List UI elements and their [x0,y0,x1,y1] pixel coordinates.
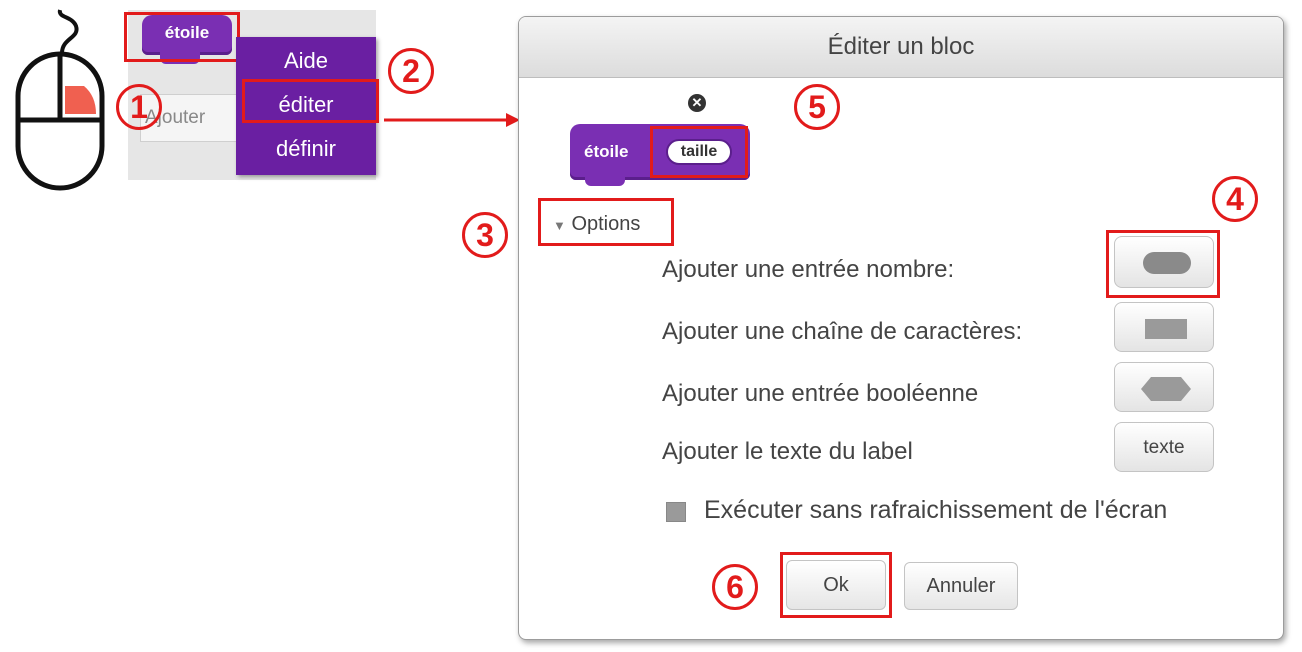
definition-block-notch [585,176,625,186]
rect-input-icon [1145,319,1187,339]
step-badge-4: 4 [1212,176,1258,222]
arrow-icon [384,113,520,127]
step-badge-6: 6 [712,564,758,610]
step-badge-3: 3 [462,212,508,258]
step-badge-5: 5 [794,84,840,130]
add-label-text-button[interactable]: texte [1114,422,1214,472]
highlight-box-parameter [650,126,748,178]
cancel-button[interactable]: Annuler [904,562,1018,610]
hexagon-input-icon [1141,377,1191,401]
step-badge-2: 2 [388,48,434,94]
no-refresh-label: Exécuter sans rafraichissement de l'écra… [704,496,1168,524]
menu-item-definir[interactable]: définir [236,129,376,169]
triangle-down-icon: ▼ [553,218,566,233]
mouse-icon [15,9,105,191]
no-refresh-checkbox[interactable] [666,502,686,522]
options-toggle-text: ▼ Options [553,213,640,236]
highlight-box-ok [780,552,892,618]
dialog-title: Éditer un bloc [519,17,1283,78]
option-label-text: Ajouter le texte du label [662,438,913,465]
option-label-boolean: Ajouter une entrée booléenne [662,380,979,407]
menu-item-aide[interactable]: Aide [236,41,376,81]
add-boolean-input-button[interactable] [1114,362,1214,412]
add-label-text-button-label: texte [1143,437,1185,458]
options-label: Options [571,213,641,235]
highlight-box-editer [242,79,379,123]
option-label-number: Ajouter une entrée nombre: [662,256,955,283]
step-badge-1: 1 [116,84,162,130]
definition-block-label: étoile [584,142,629,161]
highlight-box-number [1106,230,1220,298]
options-toggle[interactable]: ▼ Options [538,198,674,246]
option-label-string: Ajouter une chaîne de caractères: [662,318,1023,345]
highlight-box-block [124,12,240,62]
close-icon[interactable]: ✕ [688,94,706,112]
add-string-input-button[interactable] [1114,302,1214,352]
